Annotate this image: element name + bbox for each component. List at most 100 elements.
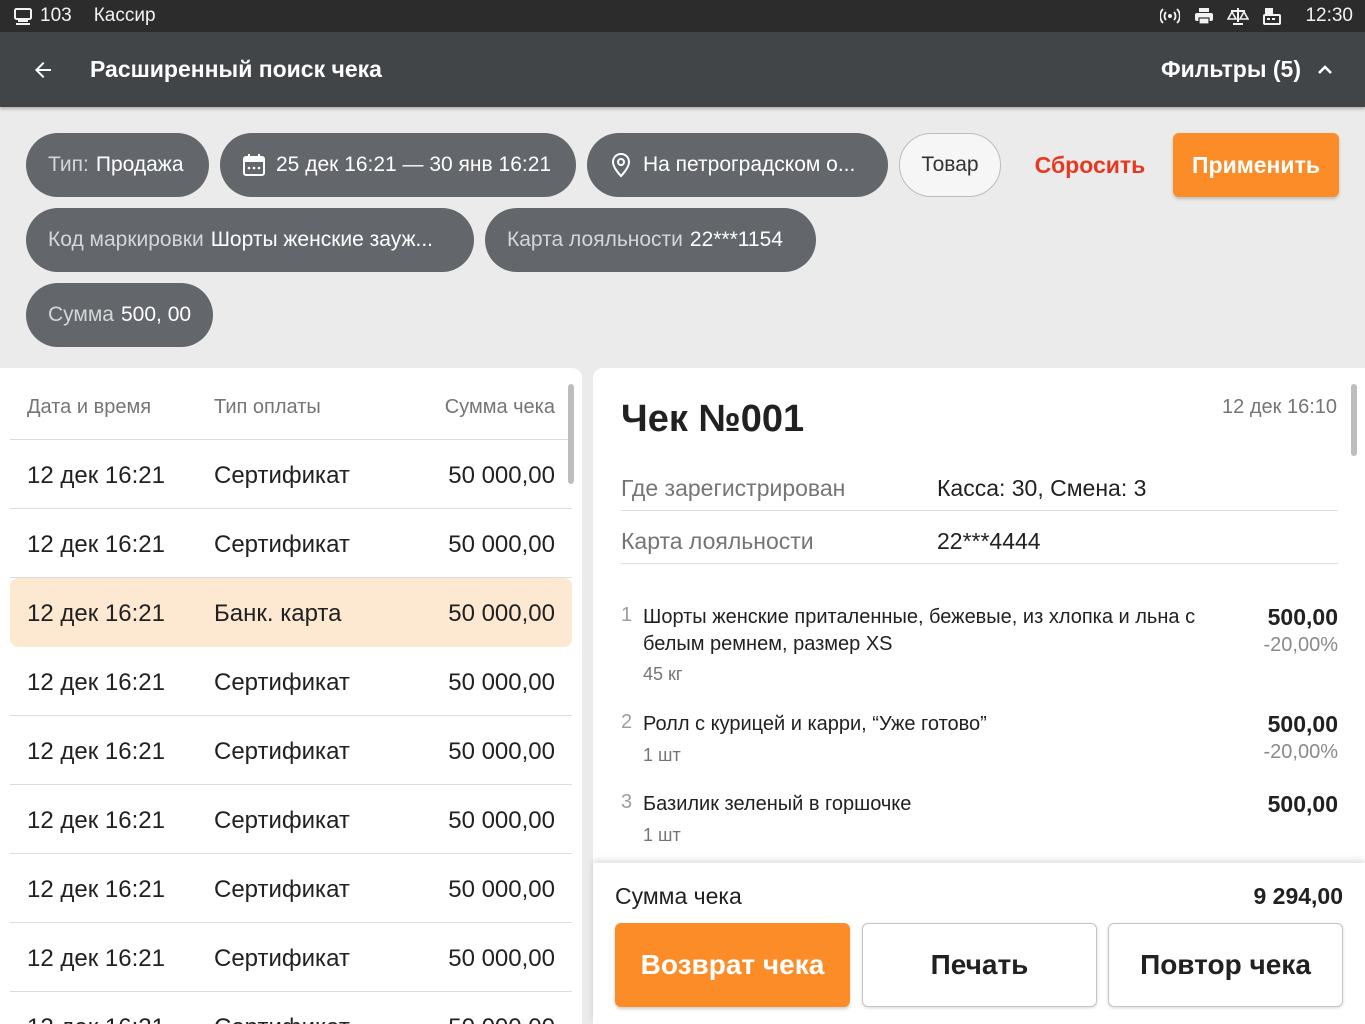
- terminal-number: 103: [40, 5, 72, 26]
- total-value: 9 294,00: [1253, 883, 1343, 909]
- row-date: 12 дек 16:21: [27, 807, 165, 834]
- clock: 12:30: [1305, 5, 1353, 26]
- filter-chip-type[interactable]: Тип: Продажа: [26, 133, 209, 197]
- filter-chip-sum[interactable]: Сумма 500, 00: [26, 283, 213, 347]
- back-button[interactable]: [22, 49, 64, 91]
- receipts-list: Дата и время Тип оплаты Сумма чека 12 де…: [0, 368, 582, 1024]
- table-row[interactable]: 12 дек 16:21 Сертификат 50 000,00: [10, 509, 572, 578]
- row-payment: Сертификат: [214, 738, 350, 765]
- row-payment: Сертификат: [214, 531, 350, 558]
- row-payment: Банк. карта: [214, 600, 342, 627]
- filter-chip-loyalty-card[interactable]: Карта лояльности 22***1154: [485, 208, 816, 272]
- table-row[interactable]: 12 дек 16:21 Сертификат 50 000,00: [10, 992, 572, 1024]
- row-date: 12 дек 16:21: [27, 669, 165, 696]
- chevron-up-icon: [1318, 64, 1332, 74]
- reset-filters-button[interactable]: Сбросить: [1020, 133, 1160, 197]
- table-row[interactable]: 12 дек 16:21 Сертификат 50 000,00: [10, 716, 572, 785]
- row-date: 12 дек 16:21: [27, 531, 165, 558]
- row-sum: 50 000,00: [448, 945, 555, 972]
- receipt-item: 3 Базилик зеленый в горшочке 1 шт 500,00: [621, 791, 1338, 853]
- filter-chip-location[interactable]: На петроградском о...: [587, 133, 888, 197]
- registered-value: Касса: 30, Смена: 3: [937, 475, 1147, 501]
- column-header-payment[interactable]: Тип оплаты: [214, 396, 321, 419]
- filter-chip-value: На петроградском о...: [643, 153, 856, 176]
- item-quantity: 1 шт: [643, 745, 681, 765]
- filter-chip-value: 25 дек 16:21 — 30 янв 16:21: [276, 153, 552, 176]
- row-payment: Сертификат: [214, 462, 350, 489]
- row-date: 12 дек 16:21: [27, 738, 165, 765]
- filter-chip-label: Тип:: [48, 153, 89, 176]
- receipt-loyalty-row: Карта лояльности 22***4444: [621, 511, 1338, 564]
- filter-chip-product[interactable]: Товар: [899, 133, 1001, 197]
- list-header: Дата и время Тип оплаты Сумма чека: [10, 368, 572, 440]
- row-date: 12 дек 16:21: [27, 876, 165, 903]
- registered-label: Где зарегистрирован: [621, 475, 846, 501]
- list-scrollbar[interactable]: [568, 384, 574, 484]
- column-header-date[interactable]: Дата и время: [27, 396, 151, 419]
- item-price: 500,00: [1267, 791, 1338, 817]
- filters-toggle-button[interactable]: Фильтры (5): [1161, 56, 1335, 83]
- item-price: 500,00: [1267, 604, 1338, 630]
- status-bar: 103 Кассир 12:30: [0, 0, 1365, 32]
- total-label: Сумма чека: [615, 883, 742, 909]
- receipt-action-bar: Сумма чека 9 294,00 Возврат чека Печать …: [593, 863, 1365, 1024]
- location-pin-icon: [609, 152, 633, 178]
- loyalty-label: Карта лояльности: [621, 528, 814, 554]
- row-date: 12 дек 16:21: [27, 1014, 165, 1024]
- filter-chip-value: Продажа: [95, 153, 184, 176]
- row-payment: Сертификат: [214, 807, 350, 834]
- repeat-receipt-button[interactable]: Повтор чека: [1108, 923, 1343, 1007]
- nfc-icon: [1159, 5, 1181, 27]
- table-row[interactable]: 12 дек 16:21 Сертификат 50 000,00: [10, 785, 572, 854]
- item-discount: -20,00%: [1263, 634, 1339, 656]
- row-date: 12 дек 16:21: [27, 462, 165, 489]
- filter-chip-label: Сумма: [48, 303, 114, 326]
- receipt-scrollbar[interactable]: [1351, 384, 1357, 456]
- row-sum: 50 000,00: [448, 462, 555, 489]
- item-price: 500,00: [1267, 711, 1338, 737]
- return-receipt-button[interactable]: Возврат чека: [615, 923, 850, 1007]
- row-sum: 50 000,00: [448, 876, 555, 903]
- table-row[interactable]: 12 дек 16:21 Сертификат 50 000,00: [10, 923, 572, 992]
- receipt-item: 2 Ролл с курицей и карри, “Уже готово” 1…: [621, 711, 1338, 773]
- filter-chip-label: Код маркировки: [48, 228, 204, 251]
- receipt-item: 1 Шорты женские приталенные, бежевые, из…: [621, 604, 1338, 694]
- pos-terminal-icon: [12, 5, 34, 27]
- apply-filters-button[interactable]: Применить: [1173, 133, 1339, 197]
- row-payment: Сертификат: [214, 876, 350, 903]
- print-button[interactable]: Печать: [862, 923, 1097, 1007]
- item-discount: -20,00%: [1263, 741, 1339, 763]
- page-title: Расширенный поиск чека: [90, 56, 382, 82]
- row-date: 12 дек 16:21: [27, 945, 165, 972]
- row-payment: Сертификат: [214, 669, 350, 696]
- app-bar: Расширенный поиск чека Фильтры (5): [0, 32, 1365, 107]
- item-quantity: 1 шт: [643, 825, 681, 845]
- filter-chip-marking-code[interactable]: Код маркировки Шорты женские зауж...: [26, 208, 474, 272]
- item-index: 3: [621, 791, 633, 813]
- filter-chip-date-range[interactable]: 25 дек 16:21 — 30 янв 16:21: [220, 133, 576, 197]
- calendar-icon: [242, 153, 266, 177]
- row-sum: 50 000,00: [448, 531, 555, 558]
- receipt-date: 12 дек 16:10: [1222, 396, 1337, 418]
- scales-icon: [1227, 5, 1250, 27]
- table-row-selected[interactable]: 12 дек 16:21 Банк. карта 50 000,00: [10, 578, 572, 647]
- arrow-left-icon: [35, 61, 51, 78]
- item-index: 2: [621, 711, 633, 733]
- item-name: Ролл с курицей и карри, “Уже готово”: [643, 713, 987, 735]
- filter-chip-value: 22***1154: [689, 228, 783, 251]
- table-row[interactable]: 12 дек 16:21 Сертификат 50 000,00: [10, 647, 572, 716]
- row-sum: 50 000,00: [448, 738, 555, 765]
- column-header-sum[interactable]: Сумма чека: [445, 396, 555, 419]
- row-sum: 50 000,00: [448, 600, 555, 627]
- row-sum: 50 000,00: [448, 669, 555, 696]
- row-sum: 50 000,00: [448, 807, 555, 834]
- row-payment: Сертификат: [214, 945, 350, 972]
- filter-chip-value: Товар: [921, 153, 979, 176]
- filter-chip-label: Карта лояльности: [507, 228, 683, 251]
- row-sum: 50 000,00: [448, 1014, 555, 1024]
- table-row[interactable]: 12 дек 16:21 Сертификат 50 000,00: [10, 440, 572, 509]
- filter-chip-value: 500, 00: [120, 303, 192, 326]
- row-payment: Сертификат: [214, 1014, 350, 1024]
- filter-chip-value: Шорты женские зауж...: [210, 228, 433, 251]
- table-row[interactable]: 12 дек 16:21 Сертификат 50 000,00: [10, 854, 572, 923]
